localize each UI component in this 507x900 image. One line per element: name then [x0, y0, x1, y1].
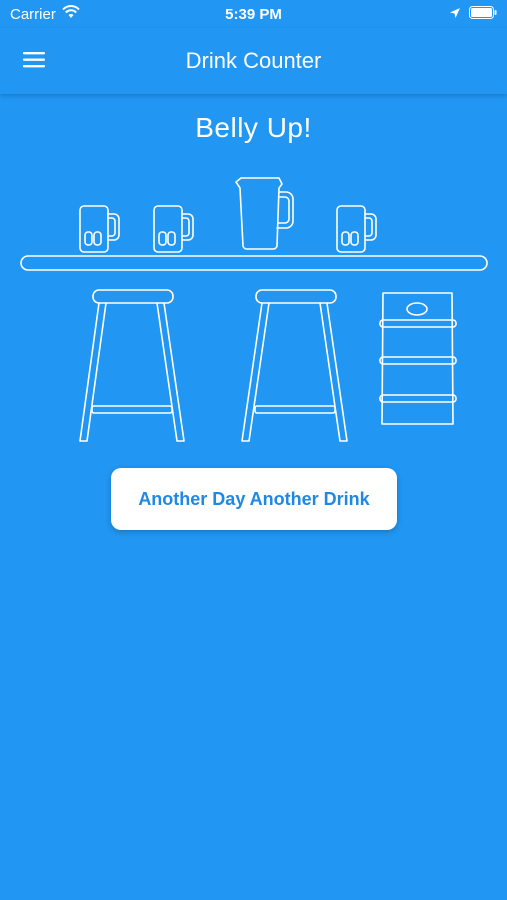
status-bar: Carrier 5:39 PM — [0, 0, 507, 28]
pitcher-icon — [235, 177, 294, 250]
battery-icon — [469, 5, 497, 23]
app-screen: Carrier 5:39 PM Drink Counter Belly Up! … — [0, 0, 507, 900]
page-title: Belly Up! — [195, 112, 312, 143]
another-drink-button[interactable]: Another Day Another Drink — [111, 468, 397, 530]
beer-mug-icon — [153, 205, 194, 253]
nav-title: Drink Counter — [185, 48, 322, 73]
bar-stool-icon — [241, 289, 348, 442]
status-right — [449, 5, 497, 23]
location-arrow-icon — [449, 6, 461, 23]
status-left: Carrier — [10, 5, 80, 23]
keg-icon — [379, 292, 457, 425]
carrier-label: Carrier — [10, 5, 56, 23]
bar-stool-icon — [79, 289, 185, 442]
beer-mug-icon — [336, 205, 377, 253]
nav-bar: Drink Counter — [0, 28, 507, 94]
hamburger-menu-icon[interactable] — [22, 48, 48, 72]
bar-illustration — [0, 168, 507, 458]
wifi-icon — [62, 5, 80, 23]
beer-mug-icon — [79, 205, 120, 253]
bar-counter — [20, 255, 488, 271]
status-time: 5:39 PM — [225, 5, 282, 23]
